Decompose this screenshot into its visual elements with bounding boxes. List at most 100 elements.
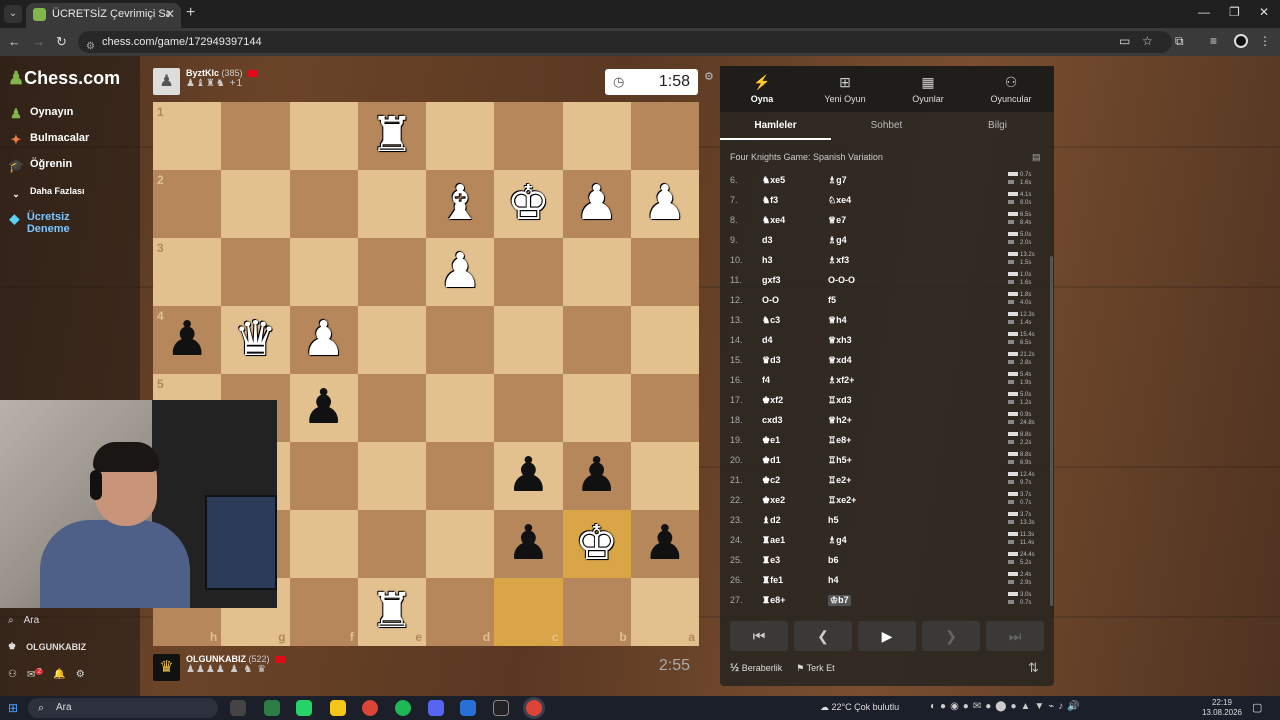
flip-board-icon[interactable]: ⇅ — [1028, 660, 1039, 676]
bottom-player-avatar[interactable]: ♛ — [153, 654, 180, 681]
move-list-scrollbar[interactable] — [1050, 256, 1053, 606]
square-f6[interactable] — [289, 442, 358, 510]
close-icon[interactable]: ✕ — [165, 3, 175, 26]
black-move[interactable]: ♖xe2+ — [828, 495, 856, 506]
notification-center-icon[interactable]: ▢ — [1252, 701, 1262, 714]
black-piece-a7[interactable]: ♟ — [631, 510, 699, 578]
black-move[interactable]: ♔b7 — [828, 595, 851, 606]
square-a6[interactable] — [630, 442, 699, 510]
square-e5[interactable] — [357, 374, 426, 442]
app-icon[interactable] — [460, 700, 476, 716]
book-icon[interactable]: ▤ — [1032, 152, 1041, 163]
square-c2[interactable]: ♚ — [494, 170, 563, 238]
square-b3[interactable] — [562, 238, 631, 306]
white-piece-b2[interactable]: ♟ — [563, 170, 631, 238]
bottom-player-name-line[interactable]: OLGUNKABIZ (522) — [186, 654, 286, 664]
black-move[interactable]: b6 — [828, 555, 839, 565]
square-a3[interactable] — [630, 238, 699, 306]
chess-logo[interactable]: ♟Chess.com — [8, 68, 120, 89]
white-piece-e1[interactable]: ♜ — [358, 102, 426, 170]
minimize-icon[interactable]: — — [1198, 5, 1210, 19]
black-move[interactable]: ♗g4 — [828, 235, 847, 246]
black-move[interactable]: h5 — [828, 515, 839, 525]
white-move[interactable]: O-O — [762, 295, 779, 305]
white-move[interactable]: ♜fe1 — [762, 575, 783, 586]
white-move[interactable]: ♚xe2 — [762, 495, 785, 506]
square-b2[interactable]: ♟ — [562, 170, 631, 238]
menu-dots-icon[interactable]: ⋮ — [1259, 34, 1271, 48]
white-move[interactable]: cxd3 — [762, 415, 783, 425]
move-list[interactable]: 6. ♞xe5 ♗g7 0.7s 1.6s 7. ♞f3 ♘xe4 4.1s 8.0s 8. ♞xe4… — [720, 170, 1054, 610]
white-move[interactable]: gxf3 — [762, 275, 781, 285]
white-piece-c2[interactable]: ♚ — [494, 170, 562, 238]
black-move[interactable]: ♖e8+ — [828, 435, 851, 446]
square-d1[interactable] — [426, 102, 495, 170]
square-b4[interactable] — [562, 306, 631, 374]
profile-avatar[interactable] — [1234, 34, 1248, 48]
next-move-button[interactable]: ▶ — [858, 621, 916, 651]
white-move[interactable]: f4 — [762, 375, 770, 385]
resign-button[interactable]: ⚑ Terk Et — [796, 663, 834, 674]
square-g4[interactable]: ♛ — [221, 306, 290, 374]
sidebar-user[interactable]: ♚ OLGUNKABIZ — [8, 641, 86, 652]
square-b1[interactable] — [562, 102, 631, 170]
black-piece-h4[interactable]: ♟ — [153, 306, 221, 374]
white-move[interactable]: ♚d1 — [762, 455, 781, 466]
last-move-button[interactable]: ⏭ — [986, 621, 1044, 651]
square-e2[interactable] — [357, 170, 426, 238]
nav-games[interactable]: ▦ Oyunlar — [888, 74, 968, 104]
square-d4[interactable] — [426, 306, 495, 374]
black-move[interactable]: ♕xd4 — [828, 355, 852, 366]
black-piece-b6[interactable]: ♟ — [563, 442, 631, 510]
square-f7[interactable] — [289, 510, 358, 578]
extensions-icon[interactable]: ⧉ — [1175, 34, 1184, 49]
square-b7[interactable]: ♚ — [562, 510, 631, 578]
square-b6[interactable]: ♟ — [562, 442, 631, 510]
draw-button[interactable]: ½ Beraberlik — [730, 662, 782, 674]
black-move[interactable]: ♖xd3 — [828, 395, 852, 406]
file-explorer-icon[interactable] — [330, 700, 346, 716]
black-move[interactable]: ♕h2+ — [828, 415, 852, 426]
square-c1[interactable] — [494, 102, 563, 170]
square-a1[interactable] — [630, 102, 699, 170]
square-c5[interactable] — [494, 374, 563, 442]
square-b8[interactable]: b — [562, 578, 631, 646]
square-e7[interactable] — [357, 510, 426, 578]
white-move[interactable]: ♞f3 — [762, 195, 778, 206]
square-e6[interactable] — [357, 442, 426, 510]
nav-new-game[interactable]: ⊞ Yeni Oyun — [805, 74, 885, 104]
restore-icon[interactable]: ❐ — [1229, 5, 1240, 19]
weather-widget[interactable]: ☁ 22°C Çok bulutlu — [820, 702, 899, 713]
url-field[interactable]: ⚙ chess.com/game/172949397144 — [78, 31, 1172, 53]
square-a7[interactable]: ♟ — [630, 510, 699, 578]
square-f2[interactable] — [289, 170, 358, 238]
square-h1[interactable]: 1 — [153, 102, 222, 170]
white-piece-g4[interactable]: ♛ — [221, 306, 289, 374]
square-e3[interactable] — [357, 238, 426, 306]
square-f3[interactable] — [289, 238, 358, 306]
reload-icon[interactable]: ↻ — [56, 34, 67, 50]
square-g3[interactable] — [221, 238, 290, 306]
black-move[interactable]: ♗xf2+ — [828, 375, 854, 386]
square-e8[interactable]: e ♜ — [357, 578, 426, 646]
white-move[interactable]: ♜ae1 — [762, 535, 785, 546]
chrome-active-icon[interactable] — [526, 700, 542, 716]
board-settings-icon[interactable]: ⚙ — [704, 70, 714, 83]
forward-icon[interactable]: → — [32, 34, 45, 49]
first-move-button[interactable]: ⏮ — [730, 621, 788, 651]
white-move[interactable]: ♞xe5 — [762, 175, 785, 186]
white-piece-a2[interactable]: ♟ — [631, 170, 699, 238]
white-move[interactable]: ♚xf2 — [762, 395, 783, 406]
white-piece-b7[interactable]: ♚ — [563, 510, 631, 578]
back-icon[interactable]: ← — [8, 34, 21, 49]
tab-info[interactable]: Bilgi — [942, 120, 1053, 131]
square-c7[interactable]: ♟ — [494, 510, 563, 578]
whatsapp-icon[interactable] — [296, 700, 312, 716]
square-d6[interactable] — [426, 442, 495, 510]
new-tab-button[interactable]: + — [186, 4, 195, 22]
white-move[interactable]: ♜e8+ — [762, 595, 785, 606]
system-tray-icons[interactable]: ◐●◉●✉●⬤●▲▼⌁♪🔊 — [930, 701, 1084, 712]
square-f5[interactable]: ♟ — [289, 374, 358, 442]
square-e4[interactable] — [357, 306, 426, 374]
white-piece-d3[interactable]: ♟ — [426, 238, 494, 306]
